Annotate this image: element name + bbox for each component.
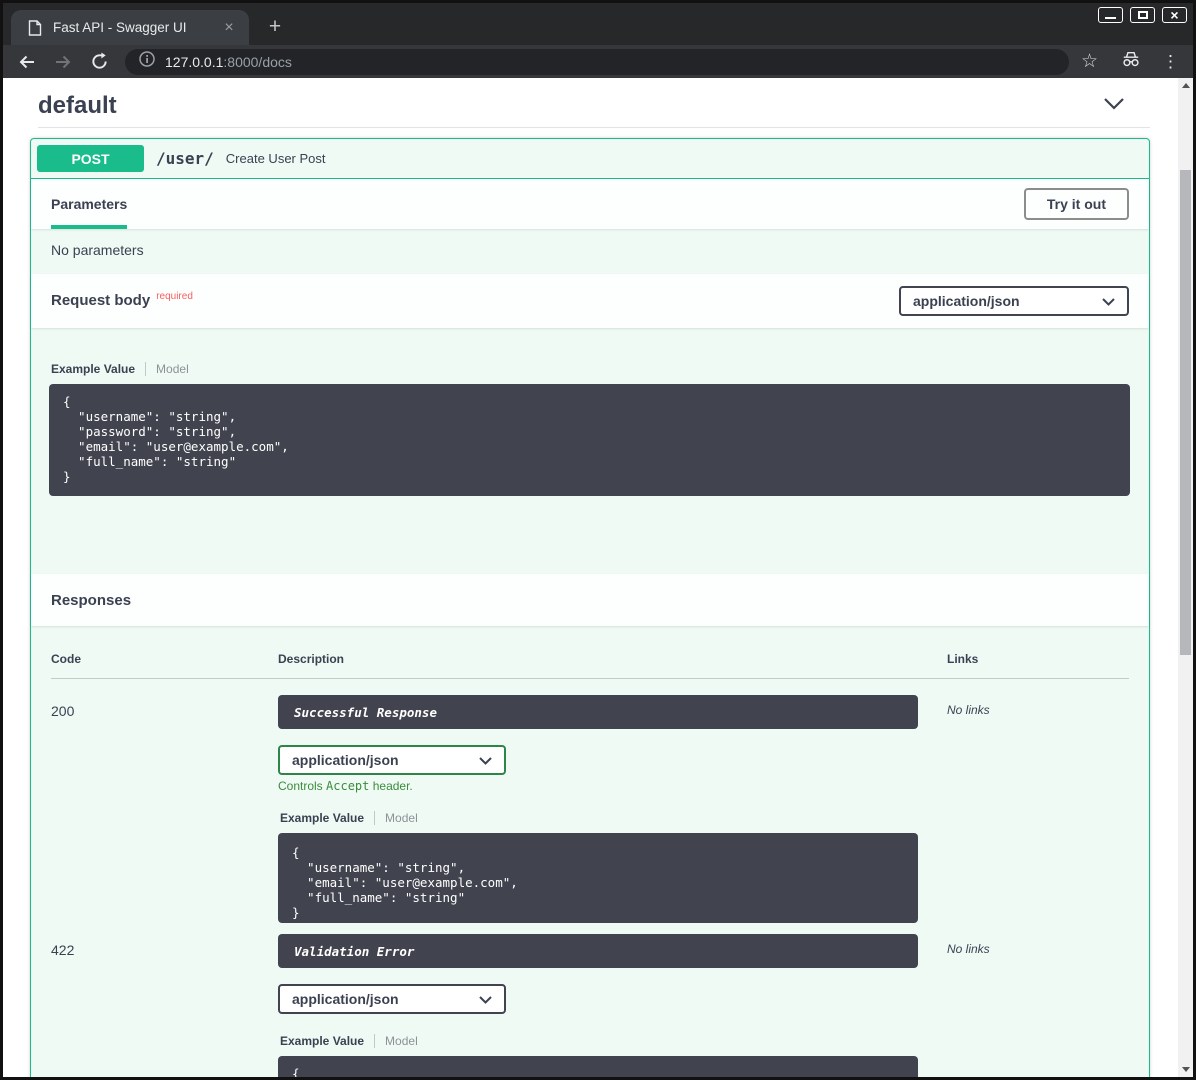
tab-example-value[interactable]: Example Value <box>280 1034 364 1048</box>
maximize-icon <box>1138 11 1148 19</box>
example-model-tabs: Example Value Model <box>51 362 1130 376</box>
tab-model[interactable]: Model <box>156 362 189 376</box>
browser-tab[interactable]: Fast API - Swagger UI × <box>11 10 249 45</box>
chevron-down-icon <box>479 752 492 768</box>
response-example-json: { "username": "string", "email": "user@e… <box>278 833 918 923</box>
scrollbar-thumb[interactable] <box>1180 170 1191 655</box>
request-body-example-section: Example Value Model { "username": "strin… <box>31 328 1149 574</box>
url-text: 127.0.0.1:8000/docs <box>165 54 292 70</box>
scrollbar-up-arrow[interactable] <box>1178 78 1193 93</box>
required-flag: required <box>156 291 193 302</box>
window-minimize-button[interactable] <box>1098 7 1123 23</box>
address-bar[interactable]: 127.0.0.1:8000/docs <box>125 49 1069 75</box>
request-body-label: Request body <box>51 292 150 309</box>
request-body-label-wrap: Request body required <box>51 292 193 310</box>
tag-section-default[interactable]: default <box>30 90 1150 122</box>
tab-separator <box>145 362 146 376</box>
example-model-tabs: Example Value Model <box>280 1034 918 1048</box>
example-model-tabs: Example Value Model <box>280 811 918 825</box>
reload-button[interactable] <box>87 50 111 74</box>
back-button[interactable] <box>15 50 39 74</box>
col-links: Links <box>918 652 1129 666</box>
tab-example-value[interactable]: Example Value <box>280 811 364 825</box>
responses-table: Code Description Links 200 Successful Re… <box>31 626 1149 1077</box>
page-favicon-icon <box>28 20 42 36</box>
responses-title: Responses <box>51 592 131 609</box>
section-divider <box>38 127 1150 128</box>
chevron-down-icon <box>1102 293 1115 309</box>
responses-table-head: Code Description Links <box>51 626 1129 679</box>
response-media-type-value: application/json <box>292 991 399 1007</box>
request-media-type-select[interactable]: application/json <box>899 286 1129 316</box>
tab-close-icon[interactable]: × <box>219 18 239 38</box>
response-description-cell: Validation Error application/json Exampl… <box>278 934 918 1077</box>
try-it-out-button[interactable]: Try it out <box>1024 188 1129 220</box>
close-icon: × <box>1170 9 1178 21</box>
response-example-json: { "detail": [ <box>278 1056 918 1077</box>
request-body-header: Request body required application/json <box>31 274 1149 328</box>
swagger-content: default POST /user/ Create User Post Par… <box>3 78 1178 1077</box>
page-viewport: default POST /user/ Create User Post Par… <box>3 78 1193 1077</box>
new-tab-button[interactable]: + <box>263 16 287 40</box>
scrollbar-down-arrow[interactable] <box>1178 1062 1193 1077</box>
response-description: Validation Error <box>278 934 918 968</box>
tab-separator <box>374 811 375 825</box>
request-example-json: { "username": "string", "password": "str… <box>49 384 1130 496</box>
window-close-button[interactable]: × <box>1162 7 1187 23</box>
operation-summary-text: Create User Post <box>226 151 326 166</box>
browser-menu-icon[interactable]: ⋮ <box>1162 52 1179 72</box>
minimize-icon <box>1105 17 1116 19</box>
page-scrollbar[interactable] <box>1178 78 1193 1077</box>
request-media-type-value: application/json <box>913 293 1020 309</box>
chevron-down-icon[interactable] <box>1103 97 1125 115</box>
site-info-icon[interactable] <box>139 51 155 72</box>
responses-header: Responses <box>31 574 1149 626</box>
window-maximize-button[interactable] <box>1130 7 1155 23</box>
browser-tab-strip: Fast API - Swagger UI × + × <box>3 3 1193 45</box>
window-controls: × <box>1098 7 1187 23</box>
response-links: No links <box>918 934 1129 1077</box>
response-media-type-value: application/json <box>292 752 399 768</box>
response-media-type-select[interactable]: application/json <box>278 984 506 1014</box>
bookmark-star-icon[interactable]: ☆ <box>1081 52 1098 71</box>
opblock-post-user: POST /user/ Create User Post Parameters … <box>30 138 1150 1077</box>
tab-parameters[interactable]: Parameters <box>51 179 127 229</box>
operation-path: /user/ <box>156 149 214 168</box>
response-row-422: 422 Validation Error application/json <box>51 923 1129 1077</box>
response-row-200: 200 Successful Response application/json… <box>51 679 1129 923</box>
response-code: 200 <box>51 695 278 923</box>
forward-button[interactable] <box>51 50 75 74</box>
tab-title: Fast API - Swagger UI <box>53 20 219 35</box>
no-parameters-text: No parameters <box>31 229 1149 274</box>
opblock-summary[interactable]: POST /user/ Create User Post <box>31 139 1149 179</box>
col-code: Code <box>51 652 278 666</box>
tab-model[interactable]: Model <box>385 811 418 825</box>
controls-accept-note: Controls Accept header. <box>278 779 918 793</box>
tab-model[interactable]: Model <box>385 1034 418 1048</box>
incognito-icon[interactable] <box>1120 50 1142 73</box>
response-description: Successful Response <box>278 695 918 729</box>
browser-toolbar: 127.0.0.1:8000/docs ☆ ⋮ <box>3 45 1193 78</box>
tab-example-value[interactable]: Example Value <box>51 362 135 376</box>
method-badge: POST <box>37 145 144 172</box>
response-media-type-select[interactable]: application/json <box>278 745 506 775</box>
response-code: 422 <box>51 934 278 1077</box>
response-description-cell: Successful Response application/json Con… <box>278 695 918 923</box>
section-title: default <box>38 92 117 120</box>
response-links: No links <box>918 695 1129 923</box>
col-description: Description <box>278 652 918 666</box>
parameters-header: Parameters Try it out <box>31 179 1149 229</box>
chevron-down-icon <box>479 991 492 1007</box>
tab-separator <box>374 1034 375 1048</box>
